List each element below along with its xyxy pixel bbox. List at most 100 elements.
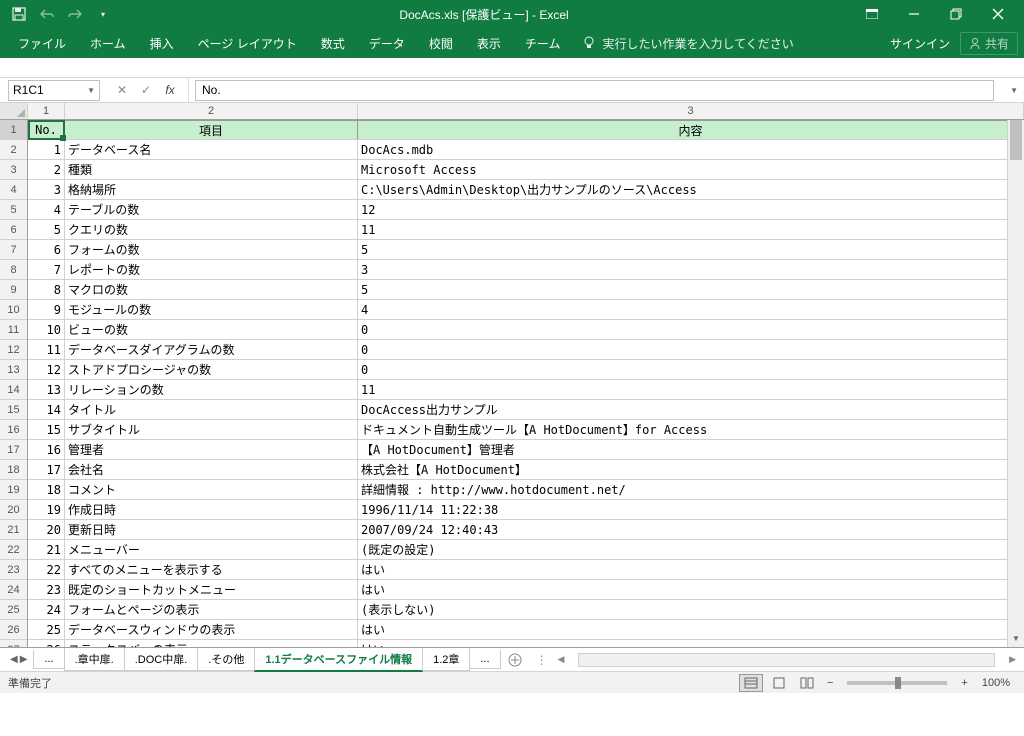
sheet-tab-more[interactable]: ... (33, 650, 64, 669)
cell-item[interactable]: リレーションの数 (65, 380, 358, 399)
cell-no[interactable]: 25 (28, 620, 65, 639)
name-box[interactable]: R1C1 ▼ (8, 80, 100, 101)
cell-content[interactable]: 【A HotDocument】管理者 (358, 440, 1024, 459)
cell-content[interactable]: 0 (358, 320, 1024, 339)
tab-insert[interactable]: 挿入 (138, 28, 186, 58)
cell-no[interactable]: 13 (28, 380, 65, 399)
cell-no[interactable]: 10 (28, 320, 65, 339)
cell-no[interactable]: 17 (28, 460, 65, 479)
cell-item[interactable]: メニューバー (65, 540, 358, 559)
sheet-tab-active[interactable]: 1.1データベースファイル情報 (254, 648, 423, 672)
qat-customize-icon[interactable]: ▾ (90, 2, 116, 26)
cell-item[interactable]: ストアドプロシージャの数 (65, 360, 358, 379)
cell-item[interactable]: サブタイトル (65, 420, 358, 439)
tell-me-search[interactable]: 実行したい作業を入力してください (572, 35, 803, 52)
cell-item[interactable]: 会社名 (65, 460, 358, 479)
header-item[interactable]: 項目 (65, 120, 358, 139)
cell-no[interactable]: 14 (28, 400, 65, 419)
row-header[interactable]: 6 (0, 220, 27, 240)
sheet-tab[interactable]: 1.2章 (422, 648, 470, 671)
header-content[interactable]: 内容 (358, 120, 1024, 139)
signin-link[interactable]: サインイン (890, 35, 950, 52)
cell-no[interactable]: 24 (28, 600, 65, 619)
zoom-in-button[interactable]: + (957, 677, 971, 689)
select-all-button[interactable] (0, 103, 28, 119)
row-header[interactable]: 11 (0, 320, 27, 340)
row-header[interactable]: 12 (0, 340, 27, 360)
cell-content[interactable]: DocAcs.mdb (358, 140, 1024, 159)
cell-no[interactable]: 6 (28, 240, 65, 259)
row-header[interactable]: 17 (0, 440, 27, 460)
hscroll-right-icon[interactable]: ▶ (1005, 654, 1020, 665)
cell-item[interactable]: データベース名 (65, 140, 358, 159)
scroll-thumb[interactable] (1010, 120, 1022, 160)
cell-content[interactable]: 0 (358, 360, 1024, 379)
save-button[interactable] (6, 2, 32, 26)
fx-icon[interactable]: fx (160, 83, 180, 97)
cell-no[interactable]: 23 (28, 580, 65, 599)
vertical-scrollbar[interactable]: ▲ ▼ (1007, 120, 1024, 647)
redo-button[interactable] (62, 2, 88, 26)
cell-item[interactable]: ビューの数 (65, 320, 358, 339)
sheet-tab[interactable]: .章中扉. (64, 648, 125, 671)
row-header[interactable]: 21 (0, 520, 27, 540)
cell-no[interactable]: 4 (28, 200, 65, 219)
col-header-1[interactable]: 1 (28, 103, 65, 119)
cell-no[interactable]: 16 (28, 440, 65, 459)
cell-content[interactable]: Microsoft Access (358, 160, 1024, 179)
cell-content[interactable]: DocAccess出力サンプル (358, 400, 1024, 419)
tab-review[interactable]: 校閲 (417, 28, 465, 58)
cell-item[interactable]: クエリの数 (65, 220, 358, 239)
header-no[interactable]: No. (28, 120, 65, 139)
maximize-button[interactable] (936, 2, 976, 26)
cell-item[interactable]: データベースウィンドウの表示 (65, 620, 358, 639)
cell-no[interactable]: 3 (28, 180, 65, 199)
cell-content[interactable]: 株式会社【A HotDocument】 (358, 460, 1024, 479)
cell-content[interactable]: はい (358, 640, 1024, 647)
cell-no[interactable]: 26 (28, 640, 65, 647)
row-header[interactable]: 25 (0, 600, 27, 620)
row-header[interactable]: 27 (0, 640, 27, 647)
undo-button[interactable] (34, 2, 60, 26)
col-header-3[interactable]: 3 (358, 103, 1024, 119)
cell-content[interactable]: 11 (358, 220, 1024, 239)
zoom-slider[interactable] (847, 681, 947, 685)
col-header-2[interactable]: 2 (65, 103, 358, 119)
add-sheet-button[interactable] (500, 653, 530, 667)
cell-no[interactable]: 7 (28, 260, 65, 279)
row-header[interactable]: 2 (0, 140, 27, 160)
cell-content[interactable]: 1996/11/14 11:22:38 (358, 500, 1024, 519)
view-pagelayout-button[interactable] (767, 674, 791, 692)
cell-no[interactable]: 22 (28, 560, 65, 579)
tab-formulas[interactable]: 数式 (309, 28, 357, 58)
cell-item[interactable]: 更新日時 (65, 520, 358, 539)
hscroll-left-icon[interactable]: ◀ (554, 654, 569, 665)
row-header[interactable]: 9 (0, 280, 27, 300)
cell-no[interactable]: 15 (28, 420, 65, 439)
cell-content[interactable]: 0 (358, 340, 1024, 359)
row-header[interactable]: 15 (0, 400, 27, 420)
cell-item[interactable]: ステータスバーの表示 (65, 640, 358, 647)
cell-content[interactable]: 2007/09/24 12:40:43 (358, 520, 1024, 539)
cell-content[interactable]: 4 (358, 300, 1024, 319)
scroll-down-icon[interactable]: ▼ (1008, 630, 1024, 647)
cell-no[interactable]: 8 (28, 280, 65, 299)
row-header[interactable]: 13 (0, 360, 27, 380)
view-normal-button[interactable] (739, 674, 763, 692)
row-header[interactable]: 26 (0, 620, 27, 640)
zoom-out-button[interactable]: − (823, 677, 837, 689)
formula-expand-icon[interactable]: ▼ (1004, 86, 1024, 95)
cell-content[interactable]: 5 (358, 280, 1024, 299)
cell-item[interactable]: データベースダイアグラムの数 (65, 340, 358, 359)
cell-content[interactable]: C:\Users\Admin\Desktop\出力サンプルのソース\Access (358, 180, 1024, 199)
row-header[interactable]: 16 (0, 420, 27, 440)
cell-item[interactable]: マクロの数 (65, 280, 358, 299)
cells-area[interactable]: No. 項目 内容 1データベース名DocAcs.mdb2種類Microsoft… (28, 120, 1024, 647)
view-pagebreak-button[interactable] (795, 674, 819, 692)
tab-data[interactable]: データ (357, 28, 417, 58)
cell-item[interactable]: タイトル (65, 400, 358, 419)
cell-content[interactable]: 12 (358, 200, 1024, 219)
cell-item[interactable]: コメント (65, 480, 358, 499)
sheet-tab-more2[interactable]: ... (469, 650, 500, 669)
cell-no[interactable]: 12 (28, 360, 65, 379)
